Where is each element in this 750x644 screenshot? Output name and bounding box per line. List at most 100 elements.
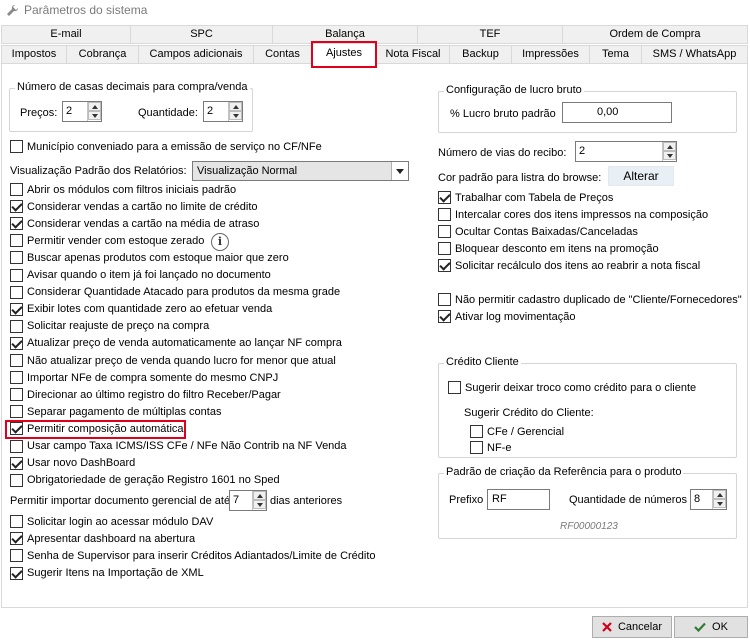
checkbox-box[interactable] [438,191,451,204]
checkbox-box[interactable] [10,234,23,248]
checkbox-item[interactable]: Solicitar reajuste de preço na compra [10,319,209,334]
checkbox-box[interactable] [10,473,23,487]
checkbox-box[interactable] [438,242,451,255]
checkbox-item[interactable]: Sugerir Itens na Importação de XML [10,566,204,581]
checkbox-box[interactable] [10,285,23,299]
checkbox-item[interactable]: Considerar Quantidade Atacado para produ… [10,285,340,300]
checkbox-nfe[interactable]: NF-e [470,440,511,455]
spin-up-icon[interactable] [88,102,101,111]
tab-nota-fiscal[interactable]: Nota Fiscal [376,45,450,64]
checkbox-box[interactable] [10,439,23,453]
checkbox-item[interactable]: Importar NFe de compra somente do mesmo … [10,370,278,385]
checkbox-item[interactable]: Senha de Supervisor para inserir Crédito… [10,548,376,563]
tab-contas[interactable]: Contas [253,45,312,64]
checkbox-box[interactable] [10,319,23,333]
info-icon[interactable]: i [211,233,229,251]
checkbox-box[interactable] [10,302,23,316]
tab-ordem-compra[interactable]: Ordem de Compra [562,25,748,44]
checkbox-box[interactable] [10,140,23,153]
checkbox-item[interactable]: Considerar vendas a cartão na média de a… [10,216,259,231]
tab-impressoes[interactable]: Impressões [511,45,590,64]
checkbox-box[interactable] [10,183,23,196]
checkbox-item[interactable]: Bloquear desconto em itens na promoção [438,241,659,256]
checkbox-item[interactable]: Solicitar login ao acessar módulo DAV [10,514,213,529]
quantidade-spinner[interactable]: 2 [203,101,243,122]
tab-spc[interactable]: SPC [130,25,273,44]
checkbox-item[interactable]: Separar pagamento de múltiplas contas [10,404,221,419]
tab-cobranca[interactable]: Cobrança [66,45,139,64]
checkbox-box[interactable] [10,566,23,580]
cancel-button[interactable]: Cancelar [592,616,672,638]
precos-spinner[interactable]: 2 [62,101,102,122]
checkbox-box[interactable] [438,208,451,221]
checkbox-item[interactable]: Não permitir cadastro duplicado de "Clie… [438,292,742,307]
checkbox-item[interactable]: Usar novo DashBoard [10,456,135,471]
checkbox-box[interactable] [10,354,23,367]
checkbox-item[interactable]: Obrigatoriedade de geração Registro 1601… [10,473,280,488]
spin-down-icon[interactable] [663,151,676,160]
checkbox-cfe-gerencial[interactable]: CFe / Gerencial [470,424,564,439]
checkbox-box[interactable] [10,251,23,265]
checkbox-item[interactable]: Trabalhar com Tabela de Preços [438,190,613,205]
checkbox-box[interactable] [10,371,23,385]
checkbox-box[interactable] [438,225,451,238]
tab-tema[interactable]: Tema [589,45,642,64]
spin-down-icon[interactable] [88,111,101,120]
checkbox-item[interactable]: Não atualizar preço de venda quando lucr… [10,353,336,368]
tab-campos-adicionais[interactable]: Campos adicionais [138,45,254,64]
spin-up-icon[interactable] [663,142,676,151]
checkbox-item[interactable]: Buscar apenas produtos com estoque maior… [10,250,289,265]
checkbox-box[interactable] [10,268,23,282]
checkbox-box[interactable] [10,456,23,470]
report-view-select[interactable]: Visualização Normal [192,161,409,181]
lucro-input[interactable]: 0,00 [562,102,672,123]
checkbox-item[interactable]: Apresentar dashboard na abertura [10,531,195,546]
checkbox-box[interactable] [10,532,23,546]
spin-up-icon[interactable] [229,102,242,111]
checkbox-box[interactable] [10,422,23,436]
checkbox-item[interactable]: Ativar log movimentação [438,309,575,324]
checkbox-municipio[interactable]: Município conveniado para a emissão de s… [10,139,322,154]
tab-tef[interactable]: TEF [417,25,563,44]
spin-down-icon[interactable] [713,499,726,508]
checkbox-box[interactable] [10,200,23,214]
checkbox-item[interactable]: Considerar vendas a cartão no limite de … [10,199,258,214]
checkbox-box[interactable] [438,310,451,323]
checkbox-troco[interactable]: Sugerir deixar troco como crédito para o… [448,380,696,395]
alterar-button[interactable]: Alterar [608,166,674,186]
checkbox-box[interactable] [438,259,451,272]
checkbox-item[interactable]: Solicitar recálculo dos itens ao reabrir… [438,258,700,273]
spin-up-icon[interactable] [253,491,266,500]
checkbox-box[interactable] [470,441,483,454]
checkbox-box[interactable] [10,336,23,350]
checkbox-item[interactable]: Atualizar preço de venda automaticamente… [10,336,342,351]
spin-down-icon[interactable] [229,111,242,120]
checkbox-box[interactable] [10,388,23,402]
tab-backup[interactable]: Backup [449,45,512,64]
tab-ajustes[interactable]: Ajustes [311,43,377,64]
tab-email[interactable]: E-mail [1,25,131,44]
checkbox-item[interactable]: Direcionar ao último registro do filtro … [10,387,281,402]
checkbox-item[interactable]: Avisar quando o item já foi lançado no d… [10,268,271,283]
tab-sms-whatsapp[interactable]: SMS / WhatsApp [641,45,748,64]
checkbox-box[interactable] [10,405,23,419]
gerencial-spinner[interactable]: 7 [229,490,267,511]
ok-button[interactable]: OK [674,616,748,638]
checkbox-box[interactable] [438,293,451,306]
checkbox-box[interactable] [10,217,23,231]
checkbox-box[interactable] [470,425,483,438]
vias-spinner[interactable]: 2 [575,141,677,162]
checkbox-item[interactable]: Usar campo Taxa ICMS/ISS CFe / NFe Não C… [10,439,347,454]
checkbox-box[interactable] [10,549,23,563]
tab-impostos[interactable]: Impostos [1,45,67,64]
checkbox-item[interactable]: Permitir vender com estoque zerado [10,233,204,248]
checkbox-box[interactable] [10,515,23,528]
checkbox-item[interactable]: Abrir os módulos com filtros iniciais pa… [10,182,236,197]
checkbox-item[interactable]: Exibir lotes com quantidade zero ao efet… [10,302,272,317]
prefixo-input[interactable]: RF [487,489,550,510]
checkbox-item[interactable]: Ocultar Contas Baixadas/Canceladas [438,224,638,239]
tab-balanca[interactable]: Balança [272,25,418,44]
checkbox-composicao-automatica[interactable]: Permitir composição automática [10,421,184,436]
checkbox-box[interactable] [448,381,461,394]
qtd-numeros-spinner[interactable]: 8 [690,489,727,510]
